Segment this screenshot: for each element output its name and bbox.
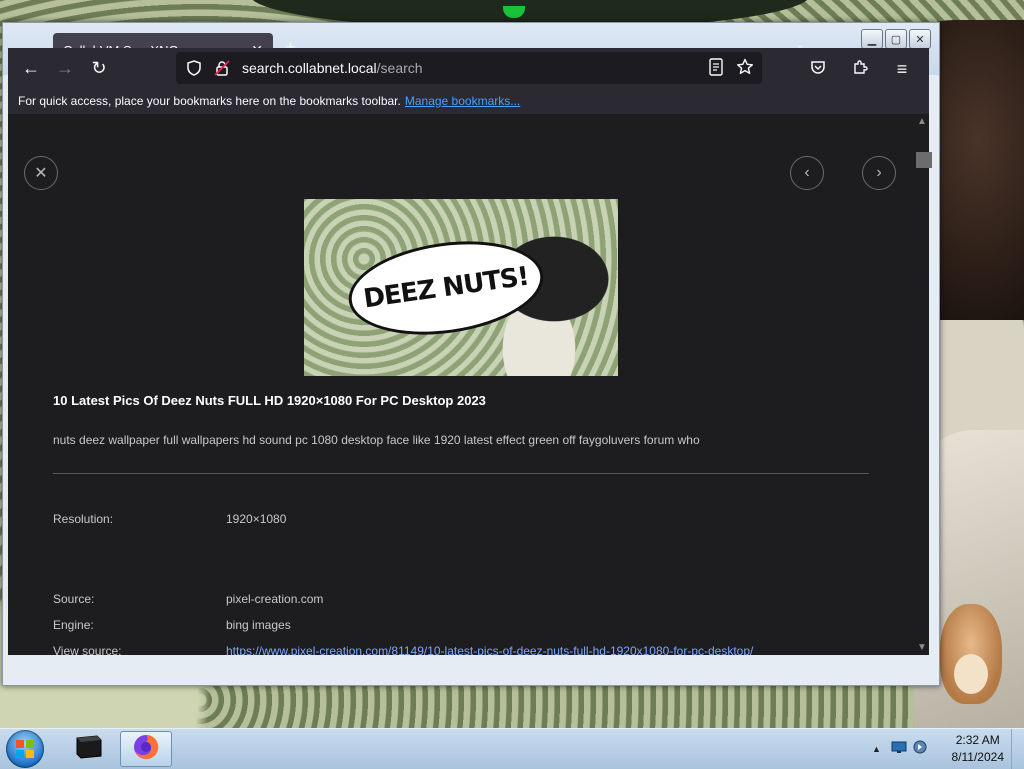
- speech-bubble-text: DEEZ NUTS!: [361, 261, 531, 315]
- reload-button[interactable]: ↻: [82, 51, 116, 85]
- view-source-label: View source:: [53, 644, 122, 655]
- show-desktop-button[interactable]: [1011, 729, 1024, 769]
- terminal-app-icon: [73, 734, 103, 765]
- source-label: Source:: [53, 592, 95, 606]
- resolution-value: 1920×1080: [226, 512, 287, 526]
- result-divider: [53, 473, 869, 474]
- url-bar[interactable]: search.collabnet.local/search: [176, 52, 762, 84]
- pocket-button[interactable]: [801, 52, 835, 86]
- chevron-left-icon: ‹: [804, 164, 810, 181]
- scrollbar-thumb[interactable]: [916, 152, 932, 168]
- speech-bubble: DEEZ NUTS!: [342, 229, 550, 347]
- navigation-toolbar: ← → ↻ search.collabnet.local/search ≡: [8, 48, 929, 88]
- extensions-button[interactable]: [843, 52, 877, 86]
- taskbar-clock[interactable]: 2:32 AM 8/11/2024: [952, 732, 1005, 766]
- bookmarks-message: For quick access, place your bookmarks h…: [18, 94, 401, 108]
- url-bar-actions: [708, 58, 754, 79]
- hamburger-menu-icon: ≡: [896, 58, 908, 79]
- clock-time: 2:32 AM: [955, 733, 1000, 747]
- show-hidden-icons-icon[interactable]: ▲: [872, 744, 881, 754]
- lock-warning-icon[interactable]: [212, 60, 232, 76]
- back-button[interactable]: ←: [14, 51, 48, 85]
- manage-bookmarks-link[interactable]: Manage bookmarks...: [405, 94, 520, 108]
- window-controls: ▁ ▢ ✕: [861, 29, 931, 49]
- result-description: nuts deez wallpaper full wallpapers hd s…: [53, 433, 700, 447]
- forward-button[interactable]: →: [48, 51, 82, 85]
- minimize-button[interactable]: ▁: [861, 29, 883, 49]
- result-title: 10 Latest Pics Of Deez Nuts FULL HD 1920…: [53, 393, 486, 408]
- toolbar-right-actions: ≡: [801, 52, 919, 86]
- url-text[interactable]: search.collabnet.local/search: [242, 60, 423, 76]
- page-scrollbar[interactable]: ▲ ▼: [913, 114, 932, 655]
- result-preview-image[interactable]: DEEZ NUTS!: [304, 199, 618, 376]
- engine-value: bing images: [226, 618, 291, 632]
- app-menu-button[interactable]: ≡: [885, 52, 919, 86]
- volume-icon[interactable]: [913, 739, 927, 760]
- engine-label: Engine:: [53, 618, 94, 632]
- close-icon: ✕: [34, 165, 48, 182]
- resolution-label: Resolution:: [53, 512, 114, 526]
- tracking-shield-icon[interactable]: [184, 60, 204, 76]
- source-value: pixel-creation.com: [226, 592, 324, 606]
- bookmark-star-icon[interactable]: [736, 58, 754, 79]
- previous-image-button[interactable]: ‹: [790, 156, 824, 190]
- taskbar-firefox-app[interactable]: [120, 731, 172, 767]
- maximize-button[interactable]: ▢: [885, 29, 907, 49]
- system-tray: ▲ 2:32 AM 8/11/2024: [866, 729, 1024, 769]
- firefox-icon: [132, 733, 160, 766]
- scroll-down-arrow-icon[interactable]: ▼: [917, 642, 927, 653]
- close-window-button[interactable]: ✕: [909, 29, 931, 49]
- taskbar-terminal-app[interactable]: [62, 731, 114, 767]
- start-button[interactable]: [6, 730, 44, 768]
- scroll-up-arrow-icon[interactable]: ▲: [917, 116, 927, 127]
- bookmarks-toolbar: For quick access, place your bookmarks h…: [8, 88, 929, 114]
- chevron-right-icon: ›: [876, 164, 882, 181]
- forward-arrow-icon: →: [56, 57, 74, 78]
- desktop-hamster-image: [940, 604, 1002, 704]
- next-image-button[interactable]: ›: [862, 156, 896, 190]
- back-arrow-icon: ←: [22, 57, 40, 78]
- page-content: ✕ ‹ › DEEZ NUTS! 10 Latest Pics Of Deez …: [8, 114, 913, 655]
- extensions-icon: [852, 59, 868, 80]
- taskbar: ▲ 2:32 AM 8/11/2024: [0, 728, 1024, 769]
- close-preview-button[interactable]: ✕: [24, 156, 58, 190]
- reload-icon: ↻: [91, 57, 107, 78]
- url-path: /search: [376, 60, 423, 76]
- reader-view-icon[interactable]: [708, 58, 724, 79]
- clock-date: 8/11/2024: [951, 750, 1005, 764]
- url-host: search.collabnet.local: [242, 60, 377, 76]
- pocket-icon: [810, 59, 826, 80]
- network-icon[interactable]: [891, 740, 907, 759]
- view-source-link[interactable]: https://www.pixel-creation.com/81149/10-…: [226, 644, 753, 655]
